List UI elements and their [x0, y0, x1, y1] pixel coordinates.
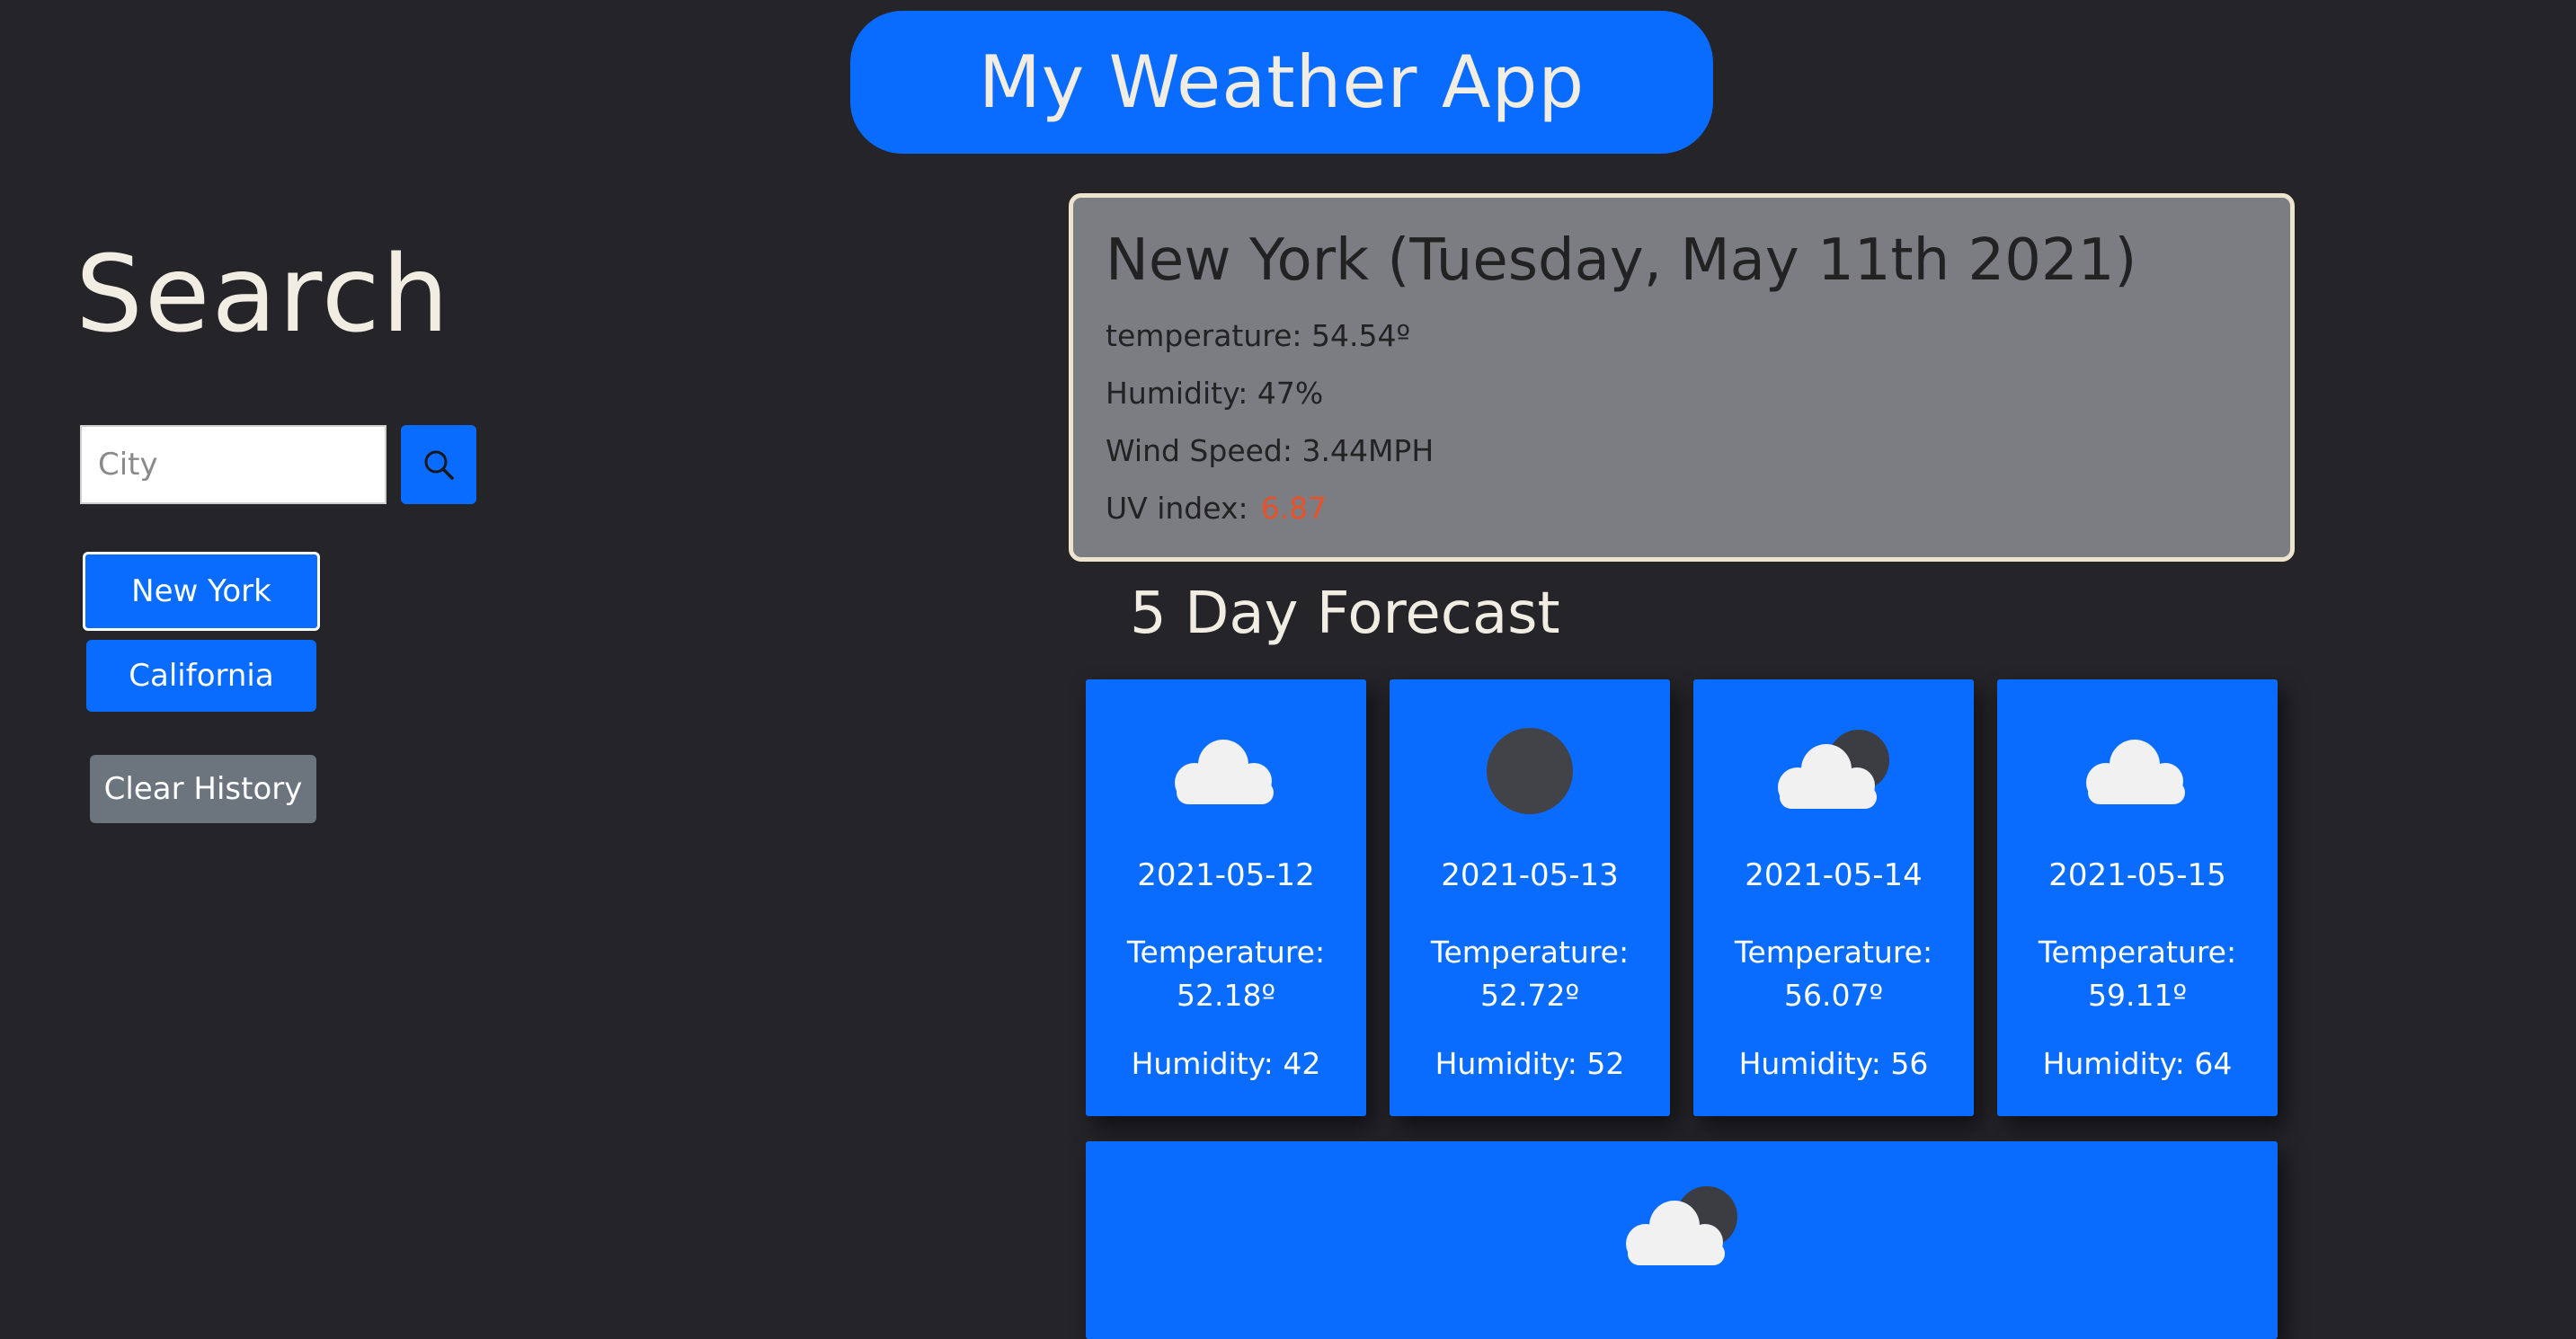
forecast-temperature-value: 56.07º: [1783, 978, 1884, 1013]
forecast-temperature: Temperature: 52.18º: [1086, 931, 1366, 1017]
history-item-california[interactable]: California: [86, 640, 316, 712]
forecast-date: 2021-05-14: [1745, 857, 1923, 893]
current-humidity: Humidity: 47%: [1106, 376, 1324, 411]
forecast-humidity: Humidity: 42: [1131, 1046, 1321, 1081]
cloud-icon: [2086, 740, 2185, 804]
moon-icon: [1487, 728, 1573, 814]
forecast-card: 2021-05-15 Temperature: 59.11º Humidity:…: [1997, 679, 2278, 1116]
forecast-card: 2021-05-14 Temperature: 56.07º Humidity:…: [1693, 679, 1974, 1116]
forecast-card-partial: [1086, 1141, 2278, 1339]
city-search-input[interactable]: [80, 425, 386, 504]
forecast-heading: 5 Day Forecast: [1130, 581, 1560, 647]
forecast-humidity: Humidity: 52: [1435, 1046, 1625, 1081]
forecast-temperature-label: Temperature:: [2038, 935, 2237, 970]
clear-history-button[interactable]: Clear History: [90, 755, 316, 823]
forecast-humidity: Humidity: 64: [2042, 1046, 2233, 1081]
cloud-moon-icon: [1778, 730, 1889, 809]
forecast-temperature-label: Temperature:: [1430, 935, 1630, 970]
search-icon: [424, 450, 454, 480]
app-title: My Weather App: [850, 11, 1713, 154]
uv-label: UV index:: [1106, 491, 1248, 526]
cloud-icon: [1175, 740, 1274, 804]
uv-value: 6.87: [1260, 491, 1328, 526]
history-item-new-york[interactable]: New York: [83, 552, 320, 631]
forecast-date: 2021-05-15: [2048, 857, 2226, 893]
forecast-humidity: Humidity: 56: [1738, 1046, 1929, 1081]
forecast-temperature-value: 59.11º: [2087, 978, 2188, 1013]
forecast-temperature-label: Temperature:: [1734, 935, 1933, 970]
forecast-date: 2021-05-13: [1441, 857, 1619, 893]
search-button[interactable]: [401, 425, 476, 504]
forecast-temperature: Temperature: 56.07º: [1693, 931, 1974, 1017]
current-uv-row: UV index: 6.87: [1106, 480, 2290, 537]
current-city-title: New York (Tuesday, May 11th 2021): [1106, 227, 2137, 294]
current-weather-card: New York (Tuesday, May 11th 2021) temper…: [1069, 193, 2295, 562]
forecast-temperature-value: 52.72º: [1479, 978, 1580, 1013]
search-heading: Search: [76, 232, 451, 356]
forecast-temperature: Temperature: 59.11º: [1997, 931, 2278, 1017]
current-wind-speed: Wind Speed: 3.44MPH: [1106, 433, 1435, 468]
forecast-date: 2021-05-12: [1137, 857, 1315, 893]
current-temperature: temperature: 54.54º: [1106, 318, 1411, 353]
forecast-card: 2021-05-13 Temperature: 52.72º Humidity:…: [1390, 679, 1670, 1116]
cloud-moon-icon: [1626, 1186, 1737, 1265]
forecast-card: 2021-05-12 Temperature: 52.18º Humidity:…: [1086, 679, 1366, 1116]
forecast-temperature-label: Temperature:: [1126, 935, 1326, 970]
forecast-temperature-value: 52.18º: [1176, 978, 1276, 1013]
forecast-temperature: Temperature: 52.72º: [1390, 931, 1670, 1017]
